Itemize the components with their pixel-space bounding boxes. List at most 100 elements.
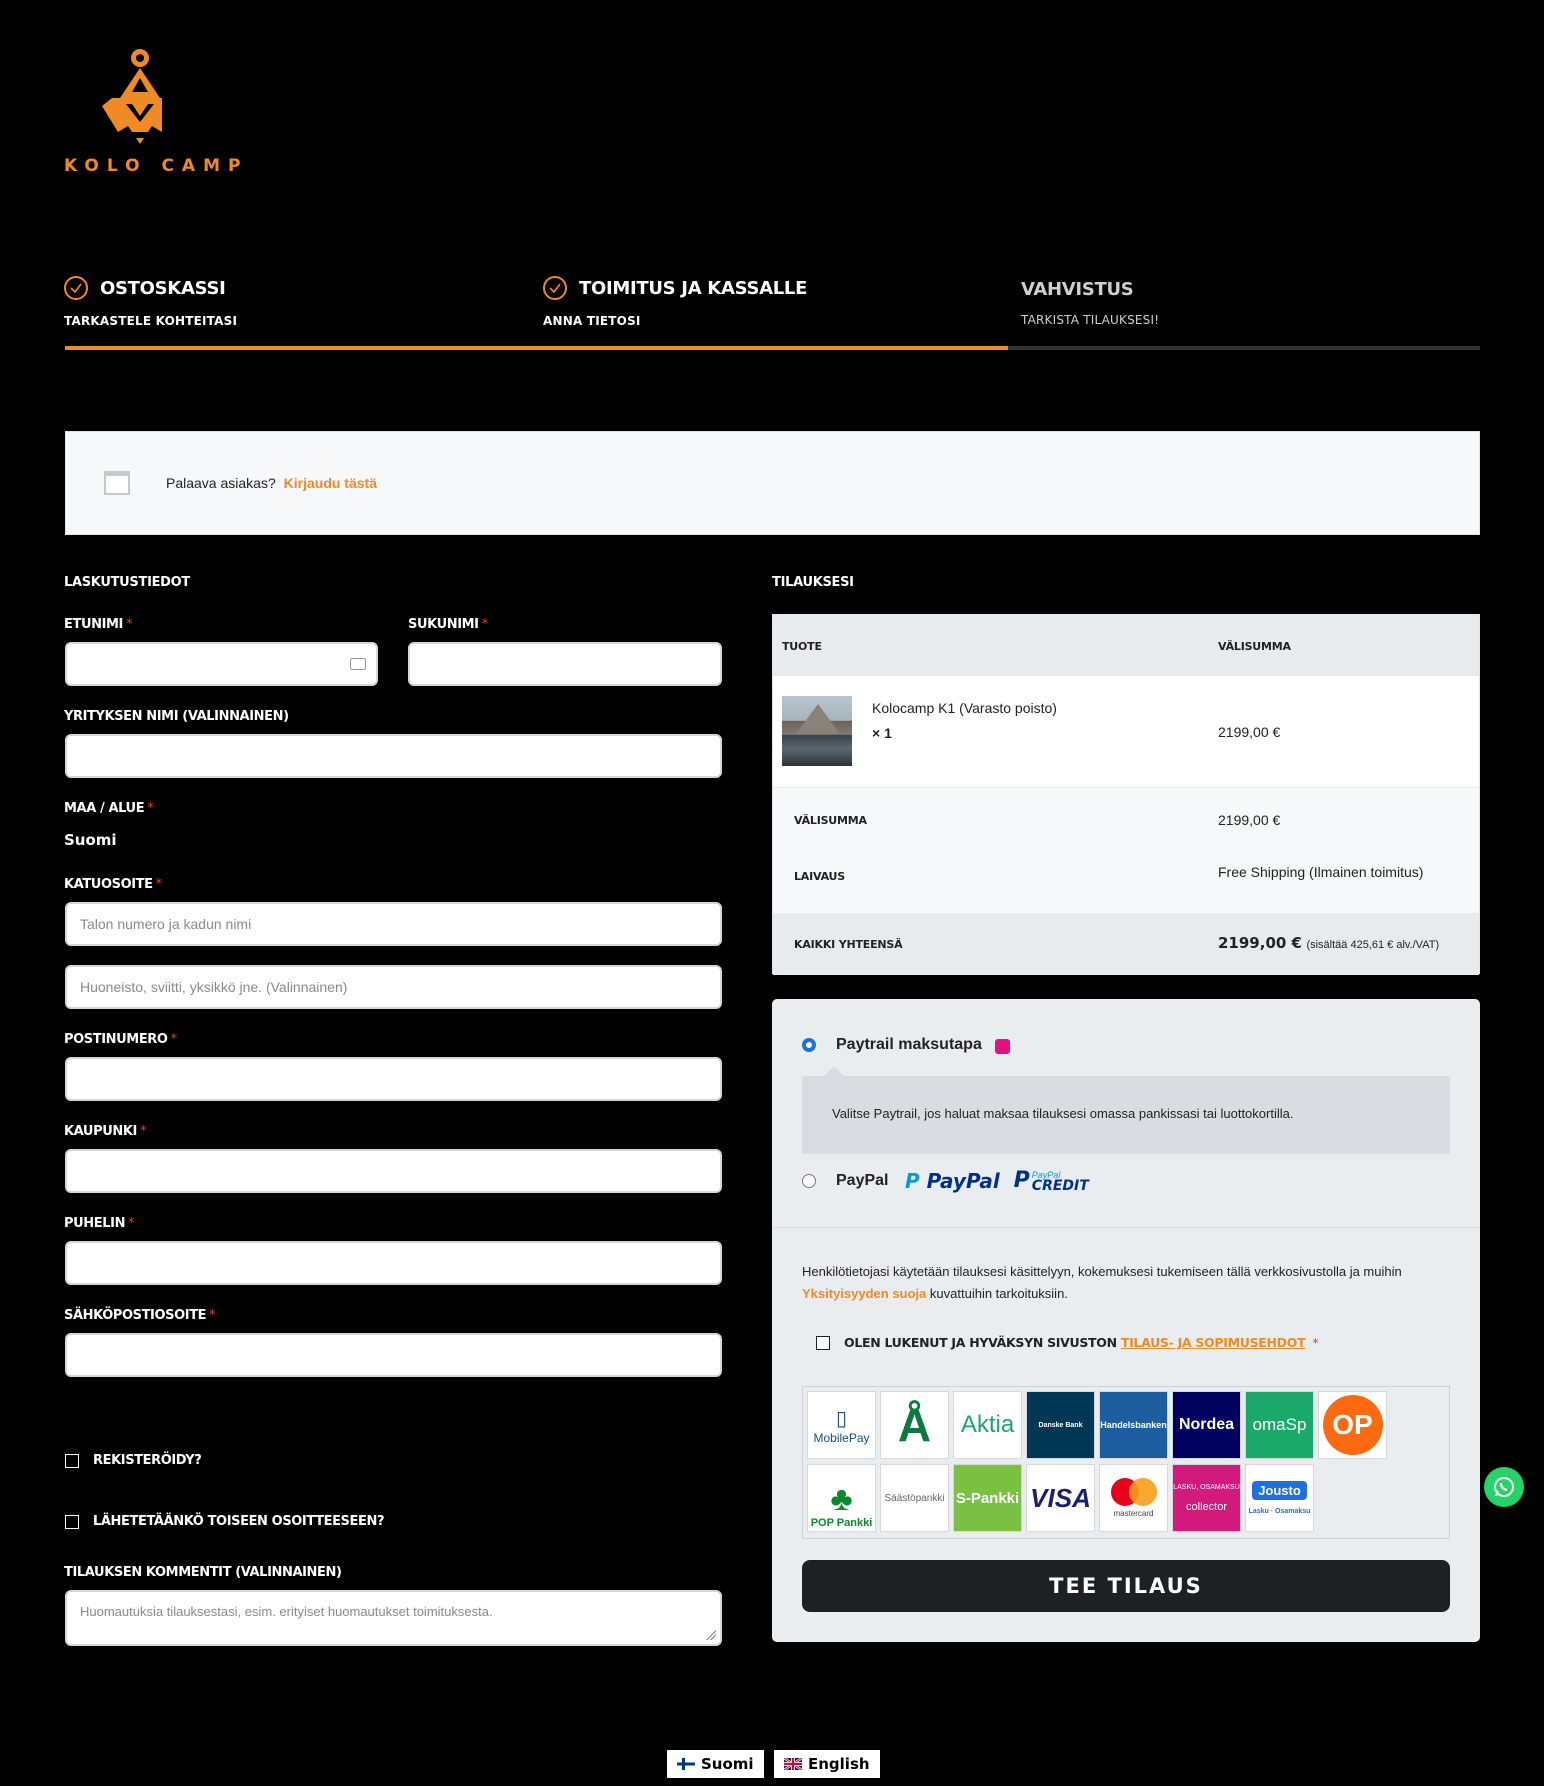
phone-label: PUHELIN * bbox=[64, 1216, 135, 1231]
terms-link[interactable]: TILAUS- JA SOPIMUSEHDOT bbox=[1121, 1335, 1306, 1350]
comments-label: TILAUKSEN KOMMENTIT (VALINNAINEN) bbox=[64, 1565, 342, 1580]
paytrail-description: Valitse Paytrail, jos haluat maksaa tila… bbox=[802, 1066, 1450, 1154]
total-label: KAIKKI YHTEENSÄ bbox=[794, 938, 903, 951]
whatsapp-icon bbox=[1494, 1477, 1514, 1497]
brand-name: KOLO CAMP bbox=[64, 156, 249, 176]
order-totals: VÄLISUMMA 2199,00 € LAIVAUS Free Shippin… bbox=[773, 788, 1479, 913]
step-shipping[interactable]: TOIMITUS JA KASSALLE ANNA TIETOSI bbox=[543, 276, 807, 328]
tax-note: (sisältää 425,61 € alv./VAT) bbox=[1306, 939, 1440, 951]
email-label: SÄHKÖPOSTIOSOITE * bbox=[64, 1308, 216, 1323]
language-finnish[interactable]: Suomi bbox=[667, 1750, 764, 1778]
nordea-logo: Nordea bbox=[1172, 1391, 1241, 1459]
street-label: KATUOSOITE * bbox=[64, 877, 162, 892]
subtotal-label: VÄLISUMMA bbox=[794, 814, 867, 827]
pop-pankki-logo: ♣ POP Pankki bbox=[807, 1464, 876, 1532]
step-cart[interactable]: OSTOSKASSI TARKASTELE KOHTEITASI bbox=[64, 276, 237, 328]
table-header: TUOTE VÄLISUMMA bbox=[773, 615, 1479, 676]
uk-flag-icon bbox=[784, 1758, 802, 1770]
street-address-2-input[interactable]: Huoneisto, sviitti, yksikkö jne. (Valinn… bbox=[65, 965, 722, 1009]
collector-logo: LASKU, OSAMAKSU collector bbox=[1172, 1464, 1241, 1532]
bird-logo-icon bbox=[102, 49, 178, 144]
login-link[interactable]: Kirjaudu tästä bbox=[284, 475, 377, 491]
resize-handle-icon[interactable] bbox=[706, 1630, 716, 1640]
paytrail-icon bbox=[995, 1039, 1010, 1054]
aktia-logo: Aktia bbox=[953, 1391, 1022, 1459]
subtotal-value: 2199,00 € bbox=[1218, 812, 1281, 828]
phone-input[interactable] bbox=[65, 1241, 722, 1285]
kolo-camp-logo[interactable] bbox=[62, 46, 222, 151]
last-name-label: SUKUNIMI * bbox=[408, 617, 488, 632]
first-name-input[interactable] bbox=[65, 642, 378, 686]
omasp-logo: omaSp bbox=[1245, 1391, 1314, 1459]
paypal-logos: P PayPal P PayPal CREDIT bbox=[905, 1168, 1089, 1193]
total-value: 2199,00 € bbox=[1218, 934, 1302, 952]
order-total-row: KAIKKI YHTEENSÄ 2199,00 € (sisältää 425,… bbox=[773, 913, 1479, 975]
step-title: OSTOSKASSI bbox=[100, 277, 226, 299]
paytrail-radio[interactable] bbox=[802, 1038, 816, 1052]
billing-title: LASKUTUSTIEDOT bbox=[64, 575, 190, 590]
danske-bank-logo: Danske Bank bbox=[1026, 1391, 1095, 1459]
order-title: TILAUKSESI bbox=[772, 575, 854, 590]
check-icon bbox=[64, 276, 88, 300]
privacy-notice: Henkilötietojasi käytetään tilauksesi kä… bbox=[802, 1264, 1402, 1301]
ship-other-checkbox[interactable] bbox=[65, 1514, 79, 1529]
terms-checkbox-row[interactable]: OLEN LUKENUT JA HYVÄKSYN SIVUSTON TILAUS… bbox=[816, 1335, 1319, 1350]
country-value: Suomi bbox=[64, 831, 117, 849]
product-qty: × 1 bbox=[872, 725, 892, 741]
order-comments-textarea[interactable]: Huomautuksia tilauksestasi, esim. erityi… bbox=[65, 1590, 722, 1646]
table-row: Kolocamp K1 (Varasto poisto) × 1 2199,00… bbox=[773, 676, 1479, 788]
check-icon bbox=[543, 276, 567, 300]
contact-card-icon[interactable] bbox=[350, 658, 366, 670]
product-name: Kolocamp K1 (Varasto poisto) bbox=[872, 700, 1057, 716]
place-order-button[interactable]: TEE TILAUS bbox=[802, 1560, 1450, 1612]
s-pankki-logo: S-Pankki bbox=[953, 1464, 1022, 1532]
mastercard-logo: mastercard bbox=[1099, 1464, 1168, 1532]
alandsbanken-logo: Å bbox=[880, 1391, 949, 1459]
ship-other-checkbox-row[interactable]: LÄHETETÄÄNKÖ TOISEEN OSOITTEESEEN? bbox=[65, 1514, 385, 1529]
postcode-label: POSTINUMERO * bbox=[64, 1032, 177, 1047]
handelsbanken-logo: Handelsbanken bbox=[1099, 1391, 1168, 1459]
postcode-input[interactable] bbox=[65, 1057, 722, 1101]
shipping-value: Free Shipping (Ilmainen toimitus) bbox=[1218, 864, 1424, 880]
payment-method-logos: ▯ MobilePay Å Aktia Danske Bank Handelsba… bbox=[802, 1386, 1450, 1539]
finland-flag-icon bbox=[677, 1758, 695, 1770]
col-product: TUOTE bbox=[782, 640, 822, 653]
payment-box: Paytrail maksutapa Valitse Paytrail, jos… bbox=[772, 999, 1480, 1642]
paypal-logo: P PayPal bbox=[905, 1168, 1000, 1193]
register-checkbox[interactable] bbox=[65, 1453, 79, 1468]
terms-label: OLEN LUKENUT JA HYVÄKSYN SIVUSTON TILAUS… bbox=[844, 1335, 1319, 1350]
step-title: TOIMITUS JA KASSALLE bbox=[579, 277, 808, 299]
paypal-label[interactable]: PayPal bbox=[836, 1172, 888, 1190]
saastopankki-logo: Säästöpankki bbox=[880, 1464, 949, 1532]
order-summary-table: TUOTE VÄLISUMMA Kolocamp K1 (Varasto poi… bbox=[772, 614, 1480, 975]
language-english[interactable]: English bbox=[774, 1750, 880, 1778]
mobilepay-logo: ▯ MobilePay bbox=[807, 1391, 876, 1459]
paytrail-label[interactable]: Paytrail maksutapa bbox=[836, 1036, 982, 1054]
step-subtitle: TARKASTELE KOHTEITASI bbox=[64, 314, 238, 328]
step-title: VAHVISTUS bbox=[1021, 279, 1134, 300]
street-address-input[interactable]: Talon numero ja kadun nimi bbox=[65, 902, 722, 946]
register-checkbox-row[interactable]: REKISTERÖIDY? bbox=[65, 1453, 202, 1468]
paypal-radio[interactable] bbox=[802, 1174, 816, 1188]
register-label: REKISTERÖIDY? bbox=[93, 1453, 202, 1468]
col-subtotal: VÄLISUMMA bbox=[1218, 640, 1291, 653]
window-icon bbox=[104, 471, 130, 495]
email-input[interactable] bbox=[65, 1333, 722, 1377]
ship-other-label: LÄHETETÄÄNKÖ TOISEEN OSOITTEESEEN? bbox=[93, 1514, 385, 1529]
whatsapp-button[interactable] bbox=[1484, 1467, 1524, 1507]
returning-customer-notice: Palaava asiakas? Kirjaudu tästä bbox=[65, 431, 1480, 535]
country-label: MAA / ALUE * bbox=[64, 801, 154, 816]
step-confirm: VAHVISTUS TARKISTA TILAUKSESI! bbox=[1021, 279, 1159, 327]
last-name-input[interactable] bbox=[408, 642, 722, 686]
city-input[interactable] bbox=[65, 1149, 722, 1193]
step-subtitle: ANNA TIETOSI bbox=[543, 314, 641, 328]
company-label: YRITYKSEN NIMI (VALINNAINEN) bbox=[64, 709, 289, 724]
first-name-label: ETUNIMI * bbox=[64, 617, 133, 632]
terms-checkbox[interactable] bbox=[816, 1335, 830, 1350]
privacy-link[interactable]: Yksityisyyden suoja bbox=[802, 1286, 926, 1301]
total-value-wrap: 2199,00 € (sisältää 425,61 € alv./VAT) bbox=[1218, 934, 1439, 953]
paypal-credit-logo: P PayPal CREDIT bbox=[1013, 1168, 1089, 1194]
city-label: KAUPUNKI * bbox=[64, 1124, 147, 1139]
shipping-label: LAIVAUS bbox=[794, 870, 846, 883]
company-input[interactable] bbox=[65, 734, 722, 778]
